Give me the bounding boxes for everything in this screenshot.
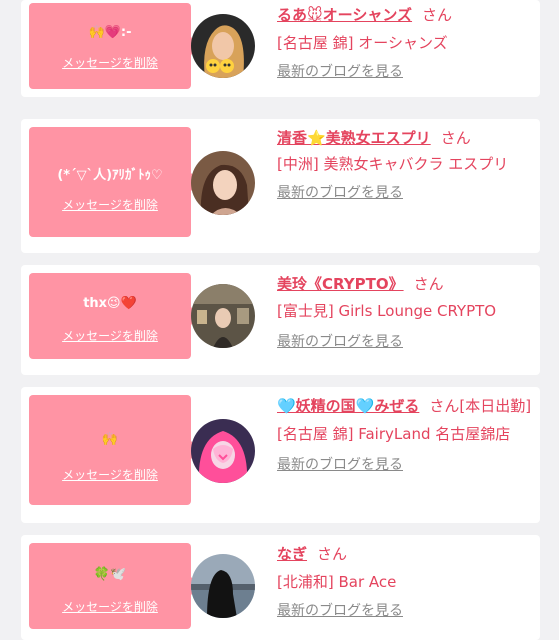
message-text: 🙌	[101, 432, 119, 447]
latest-blog-link[interactable]: 最新のブログを見る	[277, 455, 532, 475]
latest-blog-link[interactable]: 最新のブログを見る	[277, 183, 532, 203]
shop-label: [中洲] 美熟女キャバクラ エスプリ	[277, 155, 509, 173]
message-list: 🙌💗:- メッセージを削除 るあ🐭オーシャンズ さん [名古屋 錦] オーシャンズ…	[0, 0, 559, 640]
message-bubble: thx😉❤️ メッセージを削除	[29, 273, 191, 359]
honorific-label: さん	[422, 6, 453, 24]
avatar[interactable]	[191, 151, 255, 215]
avatar[interactable]	[191, 554, 255, 618]
list-item: thx😉❤️ メッセージを削除 美玲《CRYPTO》 さん [富士見] Girls…	[21, 265, 540, 375]
message-text: thx😉❤️	[83, 296, 137, 311]
honorific-label: さん	[413, 275, 444, 293]
message-bubble: 🙌💗:- メッセージを削除	[29, 3, 191, 89]
latest-blog-link[interactable]: 最新のブログを見る	[277, 62, 532, 82]
cast-name-link[interactable]: 美玲《CRYPTO》	[277, 275, 404, 293]
honorific-label: さん	[317, 545, 348, 563]
message-text: (*´▽`人)ｱﾘｶﾞﾄｩ♡	[57, 168, 163, 183]
honorific-label: さん	[429, 397, 460, 415]
shop-label: [名古屋 錦] オーシャンズ	[277, 34, 448, 52]
entry-info: 美玲《CRYPTO》 さん [富士見] Girls Lounge CRYPTO 最…	[277, 273, 532, 352]
shop-label: [名古屋 錦] FairyLand 名古屋錦店	[277, 425, 511, 443]
delete-message-link[interactable]: メッセージを削除	[29, 466, 191, 483]
message-bubble: 🍀🕊️ メッセージを削除	[29, 543, 191, 629]
latest-blog-link[interactable]: 最新のブログを見る	[277, 601, 532, 621]
shop-label: [北浦和] Bar Ace	[277, 573, 397, 591]
cast-name-link[interactable]: るあ🐭オーシャンズ	[277, 6, 412, 24]
shop-label: [富士見] Girls Lounge CRYPTO	[277, 302, 497, 320]
cast-name-link[interactable]: 清香⭐美熟女エスプリ	[277, 129, 431, 147]
list-item: 🙌 メッセージを削除 🩵妖精の国🩵みぜる さん[本日出勤] [名古屋 錦] Fai…	[21, 387, 540, 523]
message-bubble: 🙌 メッセージを削除	[29, 395, 191, 505]
avatar[interactable]	[191, 14, 255, 78]
latest-blog-link[interactable]: 最新のブログを見る	[277, 332, 532, 352]
cast-name-link[interactable]: 🩵妖精の国🩵みぜる	[277, 397, 419, 415]
honorific-label: さん	[440, 129, 471, 147]
message-text: 🍀🕊️	[93, 567, 127, 582]
entry-info: るあ🐭オーシャンズ さん [名古屋 錦] オーシャンズ 最新のブログを見る	[277, 4, 532, 82]
working-today-label: [本日出勤]	[459, 397, 532, 415]
message-text: 🙌💗:-	[88, 25, 132, 40]
delete-message-link[interactable]: メッセージを削除	[29, 598, 191, 615]
cast-name-link[interactable]: なぎ	[277, 545, 307, 563]
avatar[interactable]	[191, 284, 255, 348]
delete-message-link[interactable]: メッセージを削除	[29, 54, 191, 71]
avatar[interactable]	[191, 419, 255, 483]
list-item: 🙌💗:- メッセージを削除 るあ🐭オーシャンズ さん [名古屋 錦] オーシャンズ…	[21, 0, 540, 97]
entry-info: 🩵妖精の国🩵みぜる さん[本日出勤] [名古屋 錦] FairyLand 名古屋錦…	[277, 395, 532, 475]
list-item: (*´▽`人)ｱﾘｶﾞﾄｩ♡ メッセージを削除 清香⭐美熟女エスプリ さん [中洲…	[21, 119, 540, 253]
list-item: 🍀🕊️ メッセージを削除 なぎ さん [北浦和] Bar Ace 最新のブログを見…	[21, 535, 540, 640]
delete-message-link[interactable]: メッセージを削除	[29, 196, 191, 213]
delete-message-link[interactable]: メッセージを削除	[29, 327, 191, 344]
message-bubble: (*´▽`人)ｱﾘｶﾞﾄｩ♡ メッセージを削除	[29, 127, 191, 237]
entry-info: なぎ さん [北浦和] Bar Ace 最新のブログを見る	[277, 543, 532, 621]
entry-info: 清香⭐美熟女エスプリ さん [中洲] 美熟女キャバクラ エスプリ 最新のブログを見…	[277, 127, 532, 203]
